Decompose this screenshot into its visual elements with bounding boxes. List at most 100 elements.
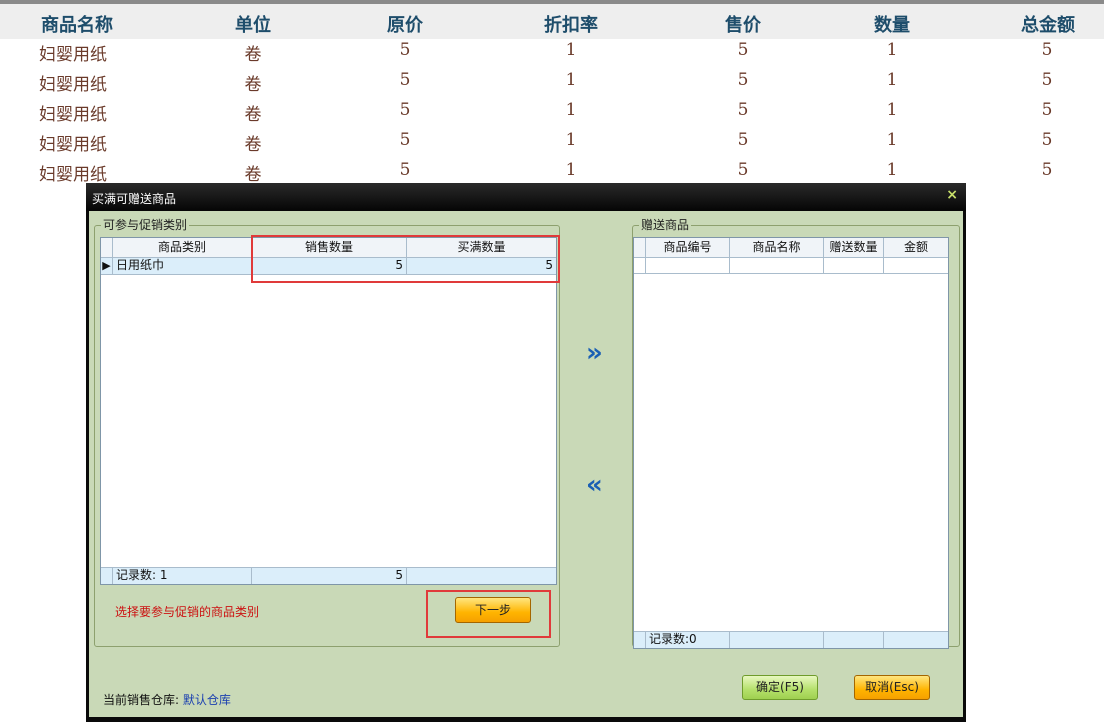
row-total: 5 [1041, 70, 1053, 90]
row-total: 5 [1041, 40, 1053, 60]
empty-row-indicator [634, 258, 646, 273]
col-header-name: 商品名称 [41, 15, 113, 36]
category-grid-header: 商品类别 销售数量 买满数量 [101, 238, 556, 258]
row-total: 5 [1041, 100, 1053, 120]
row-unit: 卷 [244, 165, 262, 185]
col-header-price: 售价 [725, 15, 761, 36]
footer-empty-3 [884, 632, 948, 648]
col-header-quantity: 数量 [874, 15, 910, 36]
row-quantity: 1 [886, 70, 898, 90]
list-row[interactable]: 妇婴用纸 卷 5 1 5 1 5 [0, 38, 1104, 68]
warehouse-label: 当前销售仓库: [103, 693, 180, 707]
confirm-button[interactable]: 确定(F5) [742, 675, 818, 700]
row-name: 妇婴用纸 [39, 45, 107, 65]
row-name: 妇婴用纸 [39, 165, 107, 185]
list-row[interactable]: 妇婴用纸 卷 5 1 5 1 5 [0, 68, 1104, 98]
category-grid[interactable]: 商品类别 销售数量 买满数量 ▶ 日用纸巾 5 5 记录数: 1 5 [100, 237, 557, 585]
col-header-item-name[interactable]: 商品名称 [730, 238, 824, 257]
empty-cell-gift-qty[interactable] [824, 258, 884, 273]
footer-empty-2 [824, 632, 884, 648]
row-price: 5 [737, 40, 749, 60]
gift-items-group: 赠送商品 商品编号 商品名称 赠送数量 金额 记录数:0 [632, 218, 960, 649]
empty-cell-item-name[interactable] [730, 258, 824, 273]
row-selected-indicator-icon: ▶ [101, 258, 113, 274]
cancel-button[interactable]: 取消(Esc) [854, 675, 930, 700]
row-name: 妇婴用纸 [39, 75, 107, 95]
row-discount: 1 [565, 40, 577, 60]
row-indicator-header [101, 238, 113, 257]
row-price: 5 [737, 70, 749, 90]
gift-grid-header: 商品编号 商品名称 赠送数量 金额 [634, 238, 948, 258]
row-original-price: 5 [399, 160, 411, 180]
move-right-icon[interactable]: » [586, 340, 603, 366]
row-total: 5 [1041, 160, 1053, 180]
row-price: 5 [737, 100, 749, 120]
row-price: 5 [737, 130, 749, 150]
warehouse-value[interactable]: 默认仓库 [183, 693, 231, 707]
footer-sales-total: 5 [252, 568, 407, 584]
row-unit: 卷 [244, 105, 262, 125]
gift-items-group-title: 赠送商品 [639, 218, 692, 232]
row-quantity: 1 [886, 40, 898, 60]
move-left-icon[interactable]: « [586, 472, 603, 498]
footer-record-count: 记录数:0 [646, 632, 730, 648]
gift-grid[interactable]: 商品编号 商品名称 赠送数量 金额 记录数:0 [633, 237, 949, 649]
list-row[interactable]: 妇婴用纸 卷 5 1 5 1 5 [0, 128, 1104, 158]
row-quantity: 1 [886, 130, 898, 150]
row-original-price: 5 [399, 130, 411, 150]
list-header: 商品名称 单位 原价 折扣率 售价 数量 总金额 [0, 4, 1104, 39]
promo-category-group-title: 可参与促销类别 [101, 218, 190, 232]
cell-buy-qty[interactable]: 5 [407, 258, 556, 274]
warehouse-info: 当前销售仓库: 默认仓库 [103, 691, 231, 708]
row-total: 5 [1041, 130, 1053, 150]
gift-promotion-dialog: 买满可赠送商品 × 可参与促销类别 商品类别 销售数量 买满数量 ▶ 日用纸巾 … [86, 183, 966, 722]
row-indicator-header [634, 238, 646, 257]
cell-category[interactable]: 日用纸巾 [113, 258, 252, 274]
col-header-original-price: 原价 [387, 15, 423, 36]
row-name: 妇婴用纸 [39, 135, 107, 155]
col-header-discount: 折扣率 [544, 15, 598, 36]
col-header-amount[interactable]: 金额 [884, 238, 948, 257]
empty-cell-amount[interactable] [884, 258, 948, 273]
close-icon[interactable]: × [946, 187, 958, 203]
row-original-price: 5 [399, 70, 411, 90]
col-header-item-code[interactable]: 商品编号 [646, 238, 730, 257]
selection-hint: 选择要参与促销的商品类别 [115, 605, 260, 619]
empty-cell-item-code[interactable] [646, 258, 730, 273]
col-header-buy-qty[interactable]: 买满数量 [407, 238, 556, 257]
next-step-button[interactable]: 下一步 [455, 597, 531, 623]
col-header-unit: 单位 [235, 15, 271, 36]
row-original-price: 5 [399, 100, 411, 120]
dialog-content: 可参与促销类别 商品类别 销售数量 买满数量 ▶ 日用纸巾 5 5 记录数: 1 [89, 211, 963, 717]
row-discount: 1 [565, 130, 577, 150]
dialog-title: 买满可赠送商品 [92, 192, 177, 206]
footer-empty-1 [730, 632, 824, 648]
row-quantity: 1 [886, 100, 898, 120]
list-row[interactable]: 妇婴用纸 卷 5 1 5 1 5 [0, 98, 1104, 128]
col-header-category[interactable]: 商品类别 [113, 238, 252, 257]
empty-input-row[interactable] [634, 258, 948, 274]
promo-category-group: 可参与促销类别 商品类别 销售数量 买满数量 ▶ 日用纸巾 5 5 记录数: 1 [94, 218, 560, 647]
cell-sales-qty[interactable]: 5 [252, 258, 407, 274]
col-header-total: 总金额 [1021, 15, 1075, 36]
dialog-titlebar[interactable]: 买满可赠送商品 × [86, 183, 966, 211]
category-grid-footer: 记录数: 1 5 [101, 567, 556, 584]
col-header-gift-qty[interactable]: 赠送数量 [824, 238, 884, 257]
row-discount: 1 [565, 160, 577, 180]
row-unit: 卷 [244, 75, 262, 95]
footer-indicator [634, 632, 646, 648]
table-row[interactable]: ▶ 日用纸巾 5 5 [101, 258, 556, 275]
row-unit: 卷 [244, 135, 262, 155]
footer-record-count: 记录数: 1 [113, 568, 252, 584]
row-discount: 1 [565, 100, 577, 120]
gift-grid-footer: 记录数:0 [634, 631, 948, 648]
row-discount: 1 [565, 70, 577, 90]
row-price: 5 [737, 160, 749, 180]
footer-indicator [101, 568, 113, 584]
row-original-price: 5 [399, 40, 411, 60]
footer-buy-total [407, 568, 556, 584]
row-unit: 卷 [244, 45, 262, 65]
row-name: 妇婴用纸 [39, 105, 107, 125]
col-header-sales-qty[interactable]: 销售数量 [252, 238, 407, 257]
row-quantity: 1 [886, 160, 898, 180]
